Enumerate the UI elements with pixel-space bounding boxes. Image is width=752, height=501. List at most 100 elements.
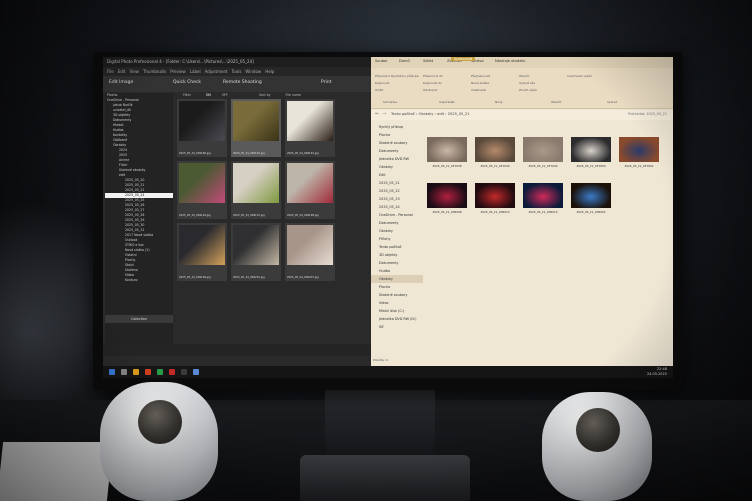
file-item[interactable]: 2025_05_21_038052 xyxy=(571,183,611,216)
file-item[interactable]: 2025_05_21_038010 xyxy=(475,183,515,216)
file-item[interactable]: 2025_05_21_038012 xyxy=(523,183,563,216)
nav-item[interactable]: 2025_05_24 xyxy=(371,203,423,211)
menu-item[interactable]: Thumbnails xyxy=(143,69,166,74)
breadcrumb[interactable]: Tento počítač › Obrázky › edit › 2025_05… xyxy=(391,112,470,116)
menu-item[interactable]: File xyxy=(107,69,114,74)
menu-item[interactable]: Adjustment xyxy=(205,69,228,74)
thumbnail[interactable]: 2025_05_24_009199.jpg xyxy=(177,223,227,281)
taskbar-app-icon[interactable] xyxy=(181,369,187,375)
collection-panel-header[interactable]: Collection xyxy=(105,315,173,323)
thumbnail[interactable]: 2025_05_24_009194.jpg xyxy=(177,161,227,219)
nav-item[interactable]: Přílohy xyxy=(371,235,423,243)
nav-item[interactable]: Jednotka DVD RW xyxy=(371,155,423,163)
thumbnail[interactable]: 2025_05_24_009181.jpg xyxy=(231,99,281,157)
ribbon-command[interactable]: Nová složka xyxy=(471,81,489,85)
forward-arrow-icon[interactable]: → xyxy=(382,111,386,117)
file-item[interactable]: 2025_05_21_038008 xyxy=(427,183,467,216)
ribbon-command[interactable]: Zrušit výběr xyxy=(519,88,537,92)
nav-item[interactable]: Obrázky xyxy=(371,227,423,235)
nav-item[interactable]: Plocha xyxy=(371,283,423,291)
nav-item[interactable]: Edit xyxy=(371,171,423,179)
thumbnail[interactable]: 2025_05_24_009207.jpg xyxy=(285,223,335,281)
thumbnail[interactable]: 2025_05_24_009191.jpg xyxy=(285,99,335,157)
tab-quick-check[interactable]: Quick Check xyxy=(173,80,201,85)
menu-item[interactable]: Edit xyxy=(118,69,126,74)
ribbon-command[interactable]: Kopírovat xyxy=(375,81,389,85)
menu-item[interactable]: Help xyxy=(265,69,274,74)
ribbon-command[interactable]: Kopírovat do xyxy=(423,81,442,85)
ribbon-command[interactable]: Vlastnosti xyxy=(471,88,486,92)
nav-item[interactable]: Videa xyxy=(371,299,423,307)
taskbar-app-icon[interactable] xyxy=(133,369,139,375)
breadcrumb-item[interactable]: Tento počítač xyxy=(391,112,415,116)
nav-item[interactable]: Síť xyxy=(371,323,423,331)
ribbon-command[interactable]: Odstranit xyxy=(423,88,437,92)
ribbon-command[interactable]: Přejmenovat xyxy=(471,74,490,78)
explorer-tab[interactable]: Sdílet xyxy=(423,59,433,63)
nav-item[interactable]: 2025_05_22 xyxy=(371,187,423,195)
tab-remote-shooting[interactable]: Remote Shooting xyxy=(223,80,262,85)
filter-off-button[interactable]: OFF xyxy=(222,93,228,97)
breadcrumb-item[interactable]: edit xyxy=(437,112,444,116)
nav-item[interactable]: OneDrive - Personal xyxy=(371,211,423,219)
taskbar-app-icon[interactable] xyxy=(121,369,127,375)
nav-item[interactable]: Stažené soubory xyxy=(371,291,423,299)
ribbon-command[interactable]: Připnout k Rychlému přístupu xyxy=(375,74,419,78)
file-item[interactable]: 2025_05_21_037652 xyxy=(619,137,659,170)
nav-item[interactable]: Obrázky xyxy=(371,163,423,171)
menu-item[interactable]: Window xyxy=(245,69,261,74)
nav-item[interactable]: Hudba xyxy=(371,267,423,275)
tab-edit-image[interactable]: Edit Image xyxy=(109,80,133,85)
nav-item[interactable]: Rychlý přístup xyxy=(371,123,423,131)
thumbnail[interactable]: 2025_05_24_009197.jpg xyxy=(231,161,281,219)
explorer-tab[interactable]: Domů xyxy=(399,59,410,63)
ribbon-command[interactable]: Otevřít xyxy=(519,74,529,78)
nav-item[interactable]: 3D objekty xyxy=(371,251,423,259)
nav-item[interactable]: Tento počítač xyxy=(371,243,423,251)
file-item[interactable]: 2025_05_21_037640 xyxy=(475,137,515,170)
explorer-tab[interactable]: Soubor xyxy=(375,59,388,63)
explorer-tab[interactable]: Nástroje obrázku xyxy=(495,59,525,63)
sort-select[interactable]: File name xyxy=(286,93,301,97)
taskbar-app-icon[interactable] xyxy=(145,369,151,375)
taskbar-app-icon[interactable] xyxy=(169,369,175,375)
taskbar-clock[interactable]: 22:48 24.05.2025 xyxy=(647,367,667,377)
file-item[interactable]: 2025_05_21_037650 xyxy=(571,137,611,170)
print-button[interactable]: Print xyxy=(321,80,331,85)
tree-item[interactable]: Konkurz xyxy=(105,278,173,283)
ribbon-command[interactable]: Invertovat výběr xyxy=(567,74,592,78)
nav-item[interactable]: Dokumenty xyxy=(371,147,423,155)
filter-label: Filter xyxy=(183,93,191,97)
menu-item[interactable]: Preview xyxy=(170,69,186,74)
breadcrumb-item[interactable]: 2025_05_21 xyxy=(448,112,470,116)
file-item[interactable]: 2025_05_21_037638 xyxy=(427,137,467,170)
thumbnail[interactable]: 2025_05_24_009180.jpg xyxy=(177,99,227,157)
nav-item[interactable]: 2025_05_23 xyxy=(371,195,423,203)
nav-item[interactable]: Obrázky xyxy=(371,275,423,283)
filter-on-button[interactable]: ON xyxy=(206,93,211,97)
menu-item[interactable]: Label xyxy=(190,69,201,74)
thumbnail-filename: 2025_05_24_009194.jpg xyxy=(179,214,211,217)
ribbon-command[interactable]: Vložit xyxy=(375,88,383,92)
menu-item[interactable]: View xyxy=(129,69,139,74)
back-arrow-icon[interactable]: ← xyxy=(375,111,379,117)
nav-item[interactable]: Stažené soubory xyxy=(371,139,423,147)
nav-item[interactable]: 2025_05_21 xyxy=(371,179,423,187)
nav-item[interactable]: Místní disk (C:) xyxy=(371,307,423,315)
breadcrumb-item[interactable]: Obrázky xyxy=(419,112,434,116)
taskbar-app-icon[interactable] xyxy=(193,369,199,375)
nav-item[interactable]: Dokumenty xyxy=(371,219,423,227)
ribbon-command[interactable]: Přesunout do xyxy=(423,74,443,78)
thumbnail[interactable]: 2025_05_24_009198.jpg xyxy=(285,161,335,219)
nav-item[interactable]: Jednotka DVD RW (D:) xyxy=(371,315,423,323)
taskbar-app-icon[interactable] xyxy=(109,369,115,375)
nav-item[interactable]: Plocha xyxy=(371,131,423,139)
explorer-tab-manage[interactable]: Spravovat xyxy=(451,57,476,61)
menu-item[interactable]: Tools xyxy=(232,69,242,74)
nav-item[interactable]: Dokumenty xyxy=(371,259,423,267)
file-item[interactable]: 2025_05_21_037642 xyxy=(523,137,563,170)
taskbar-app-icon[interactable] xyxy=(157,369,163,375)
search-input[interactable]: Prohledat: 2025_05_21 xyxy=(628,112,667,116)
ribbon-command[interactable]: Vybrat vše xyxy=(519,81,535,85)
thumbnail[interactable]: 2025_05_24_009201.jpg xyxy=(231,223,281,281)
